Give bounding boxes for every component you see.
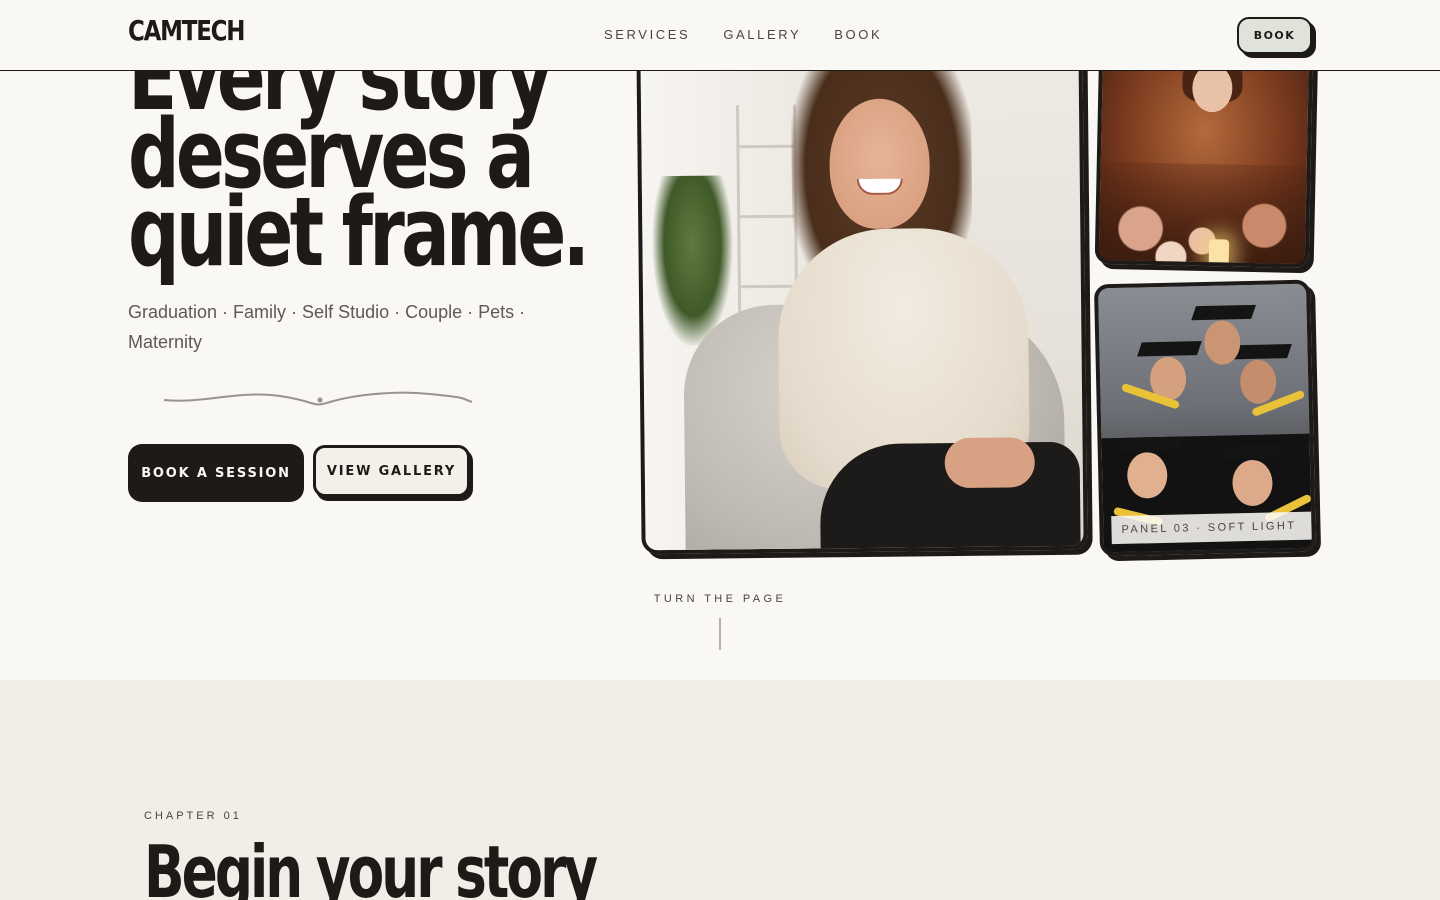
portrait-panel[interactable] bbox=[636, 37, 1088, 555]
flowers-image bbox=[1098, 161, 1307, 269]
logo[interactable]: CAMTECH bbox=[128, 14, 246, 47]
face-shape bbox=[1191, 63, 1233, 113]
chapter-title: Begin your story bbox=[144, 830, 598, 900]
scroll-indicator-line bbox=[719, 618, 721, 650]
turn-the-page-label: TURN THE PAGE bbox=[653, 593, 787, 605]
maternity-panel[interactable] bbox=[1094, 37, 1314, 269]
site-header: CAMTECH SERVICES GALLERY BOOK BOOK bbox=[0, 0, 1440, 71]
panel-caption: PANEL 03 · SOFT LIGHT bbox=[1111, 511, 1312, 545]
hero-title-line-3: quiet frame. bbox=[128, 178, 590, 288]
squiggle-divider bbox=[163, 391, 473, 406]
nav-book[interactable]: BOOK bbox=[834, 27, 882, 42]
chapter-section: CHAPTER 01 Begin your story bbox=[0, 680, 1440, 900]
nav-gallery[interactable]: GALLERY bbox=[723, 27, 801, 42]
hero-title: Every story deserves a quiet frame. bbox=[128, 30, 590, 288]
candle-image bbox=[1208, 239, 1230, 266]
header-book-button[interactable]: BOOK bbox=[1237, 17, 1312, 54]
grad-cap bbox=[1119, 436, 1184, 452]
graduation-panel[interactable]: PANEL 03 · SOFT LIGHT bbox=[1093, 279, 1317, 557]
face-shape bbox=[828, 98, 931, 230]
book-session-button[interactable]: BOOK A SESSION bbox=[128, 444, 304, 502]
grad-cap bbox=[1137, 341, 1202, 357]
hero-subtitle: Graduation · Family · Self Studio · Coup… bbox=[128, 302, 526, 352]
nav-services[interactable]: SERVICES bbox=[604, 27, 690, 42]
view-gallery-button[interactable]: VIEW GALLERY bbox=[313, 445, 470, 497]
face-shape bbox=[1239, 359, 1277, 405]
grad-cap bbox=[1219, 444, 1285, 460]
main-nav: SERVICES GALLERY BOOK bbox=[604, 27, 882, 42]
grad-cap bbox=[1191, 304, 1256, 321]
chapter-eyebrow: CHAPTER 01 bbox=[144, 810, 242, 822]
hands-shape bbox=[944, 437, 1036, 489]
